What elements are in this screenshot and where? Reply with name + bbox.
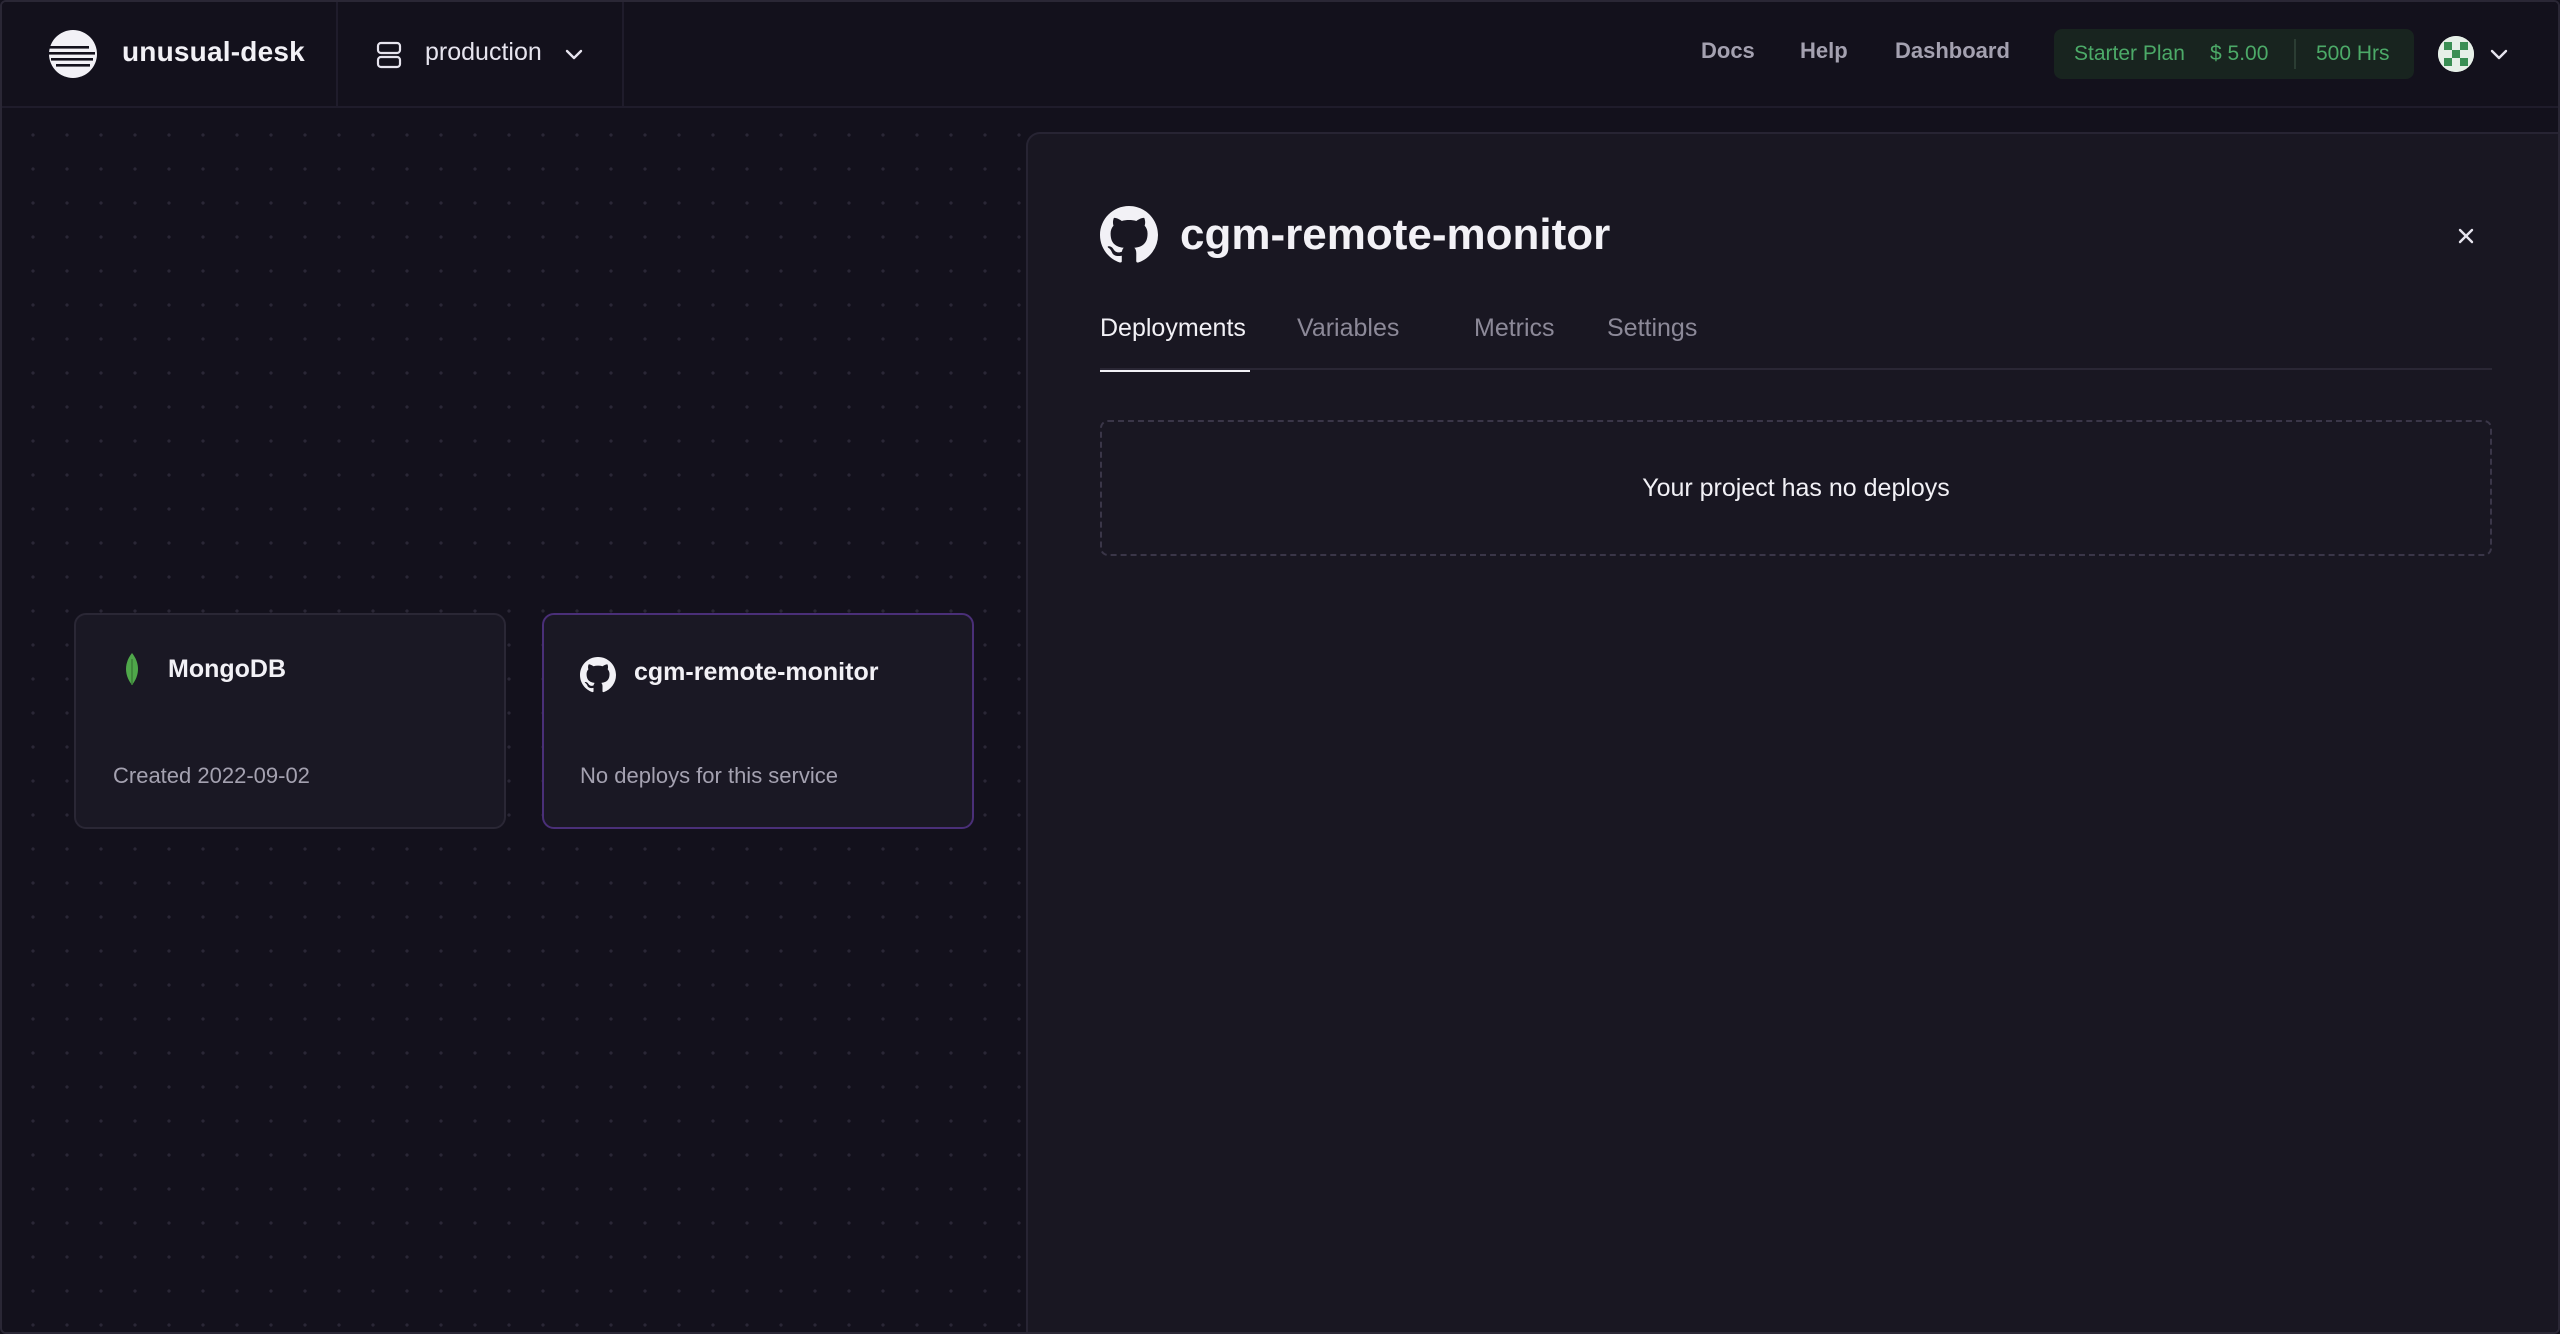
service-name: MongoDB	[168, 655, 287, 683]
service-name: cgm-remote-monitor	[634, 658, 879, 686]
nav-dashboard-link[interactable]: Dashboard	[1895, 38, 2010, 64]
plan-hours: 500 Hrs	[2316, 42, 2390, 65]
service-card-cgm-remote-monitor[interactable]: cgm-remote-monitor No deploys for this s…	[542, 613, 974, 829]
avatar-pattern-icon	[2438, 36, 2474, 72]
tab-variables[interactable]: Variables	[1297, 314, 1399, 370]
nav-docs-link[interactable]: Docs	[1701, 38, 1755, 64]
project-canvas[interactable]: MongoDB Created 2022-09-02 cgm-remote-mo…	[2, 108, 1026, 1332]
tab-label: Metrics	[1474, 314, 1555, 342]
active-tab-underline	[1100, 370, 1250, 372]
panel-title: cgm-remote-monitor	[1180, 210, 1611, 259]
github-icon	[580, 657, 616, 693]
railway-logo-icon	[49, 30, 97, 78]
tab-metrics[interactable]: Metrics	[1474, 314, 1555, 370]
tab-deployments[interactable]: Deployments	[1100, 314, 1250, 372]
server-icon	[376, 41, 402, 69]
service-subtitle: Created 2022-09-02	[113, 763, 310, 788]
service-subtitle: No deploys for this service	[580, 763, 838, 788]
service-card-mongodb[interactable]: MongoDB Created 2022-09-02	[74, 613, 506, 829]
github-icon	[1100, 206, 1158, 263]
top-bar: unusual-desk production Docs Help Dashbo…	[2, 2, 2558, 108]
plan-divider	[2294, 39, 2296, 69]
plan-price: $ 5.00	[2210, 42, 2269, 65]
plan-name: Starter Plan	[2074, 42, 2185, 65]
nav-help-link[interactable]: Help	[1800, 38, 1848, 64]
panel-tabs: Deployments Variables Metrics Settings	[1100, 314, 2492, 372]
tab-label: Settings	[1607, 314, 1698, 342]
project-brand[interactable]: unusual-desk	[2, 2, 338, 106]
mongodb-leaf-icon	[126, 653, 138, 685]
tab-label: Variables	[1297, 314, 1400, 342]
empty-message: Your project has no deploys	[1642, 473, 1950, 502]
chevron-down-icon	[565, 49, 583, 60]
no-deploys-placeholder: Your project has no deploys	[1100, 420, 2492, 556]
plan-usage-badge[interactable]: Starter Plan $ 5.00 500 Hrs	[2054, 29, 2414, 79]
project-name: unusual-desk	[122, 36, 305, 67]
tab-settings[interactable]: Settings	[1607, 314, 1697, 370]
user-avatar[interactable]	[2438, 36, 2474, 72]
service-detail-panel: cgm-remote-monitor Deployments Variables…	[1026, 132, 2558, 1332]
account-menu-chevron-icon[interactable]	[2487, 42, 2511, 66]
close-icon[interactable]	[2454, 224, 2478, 248]
app-window: unusual-desk production Docs Help Dashbo…	[0, 0, 2560, 1334]
tab-label: Deployments	[1100, 314, 1246, 342]
environment-label: production	[425, 38, 542, 66]
environment-selector[interactable]: production	[338, 2, 624, 106]
